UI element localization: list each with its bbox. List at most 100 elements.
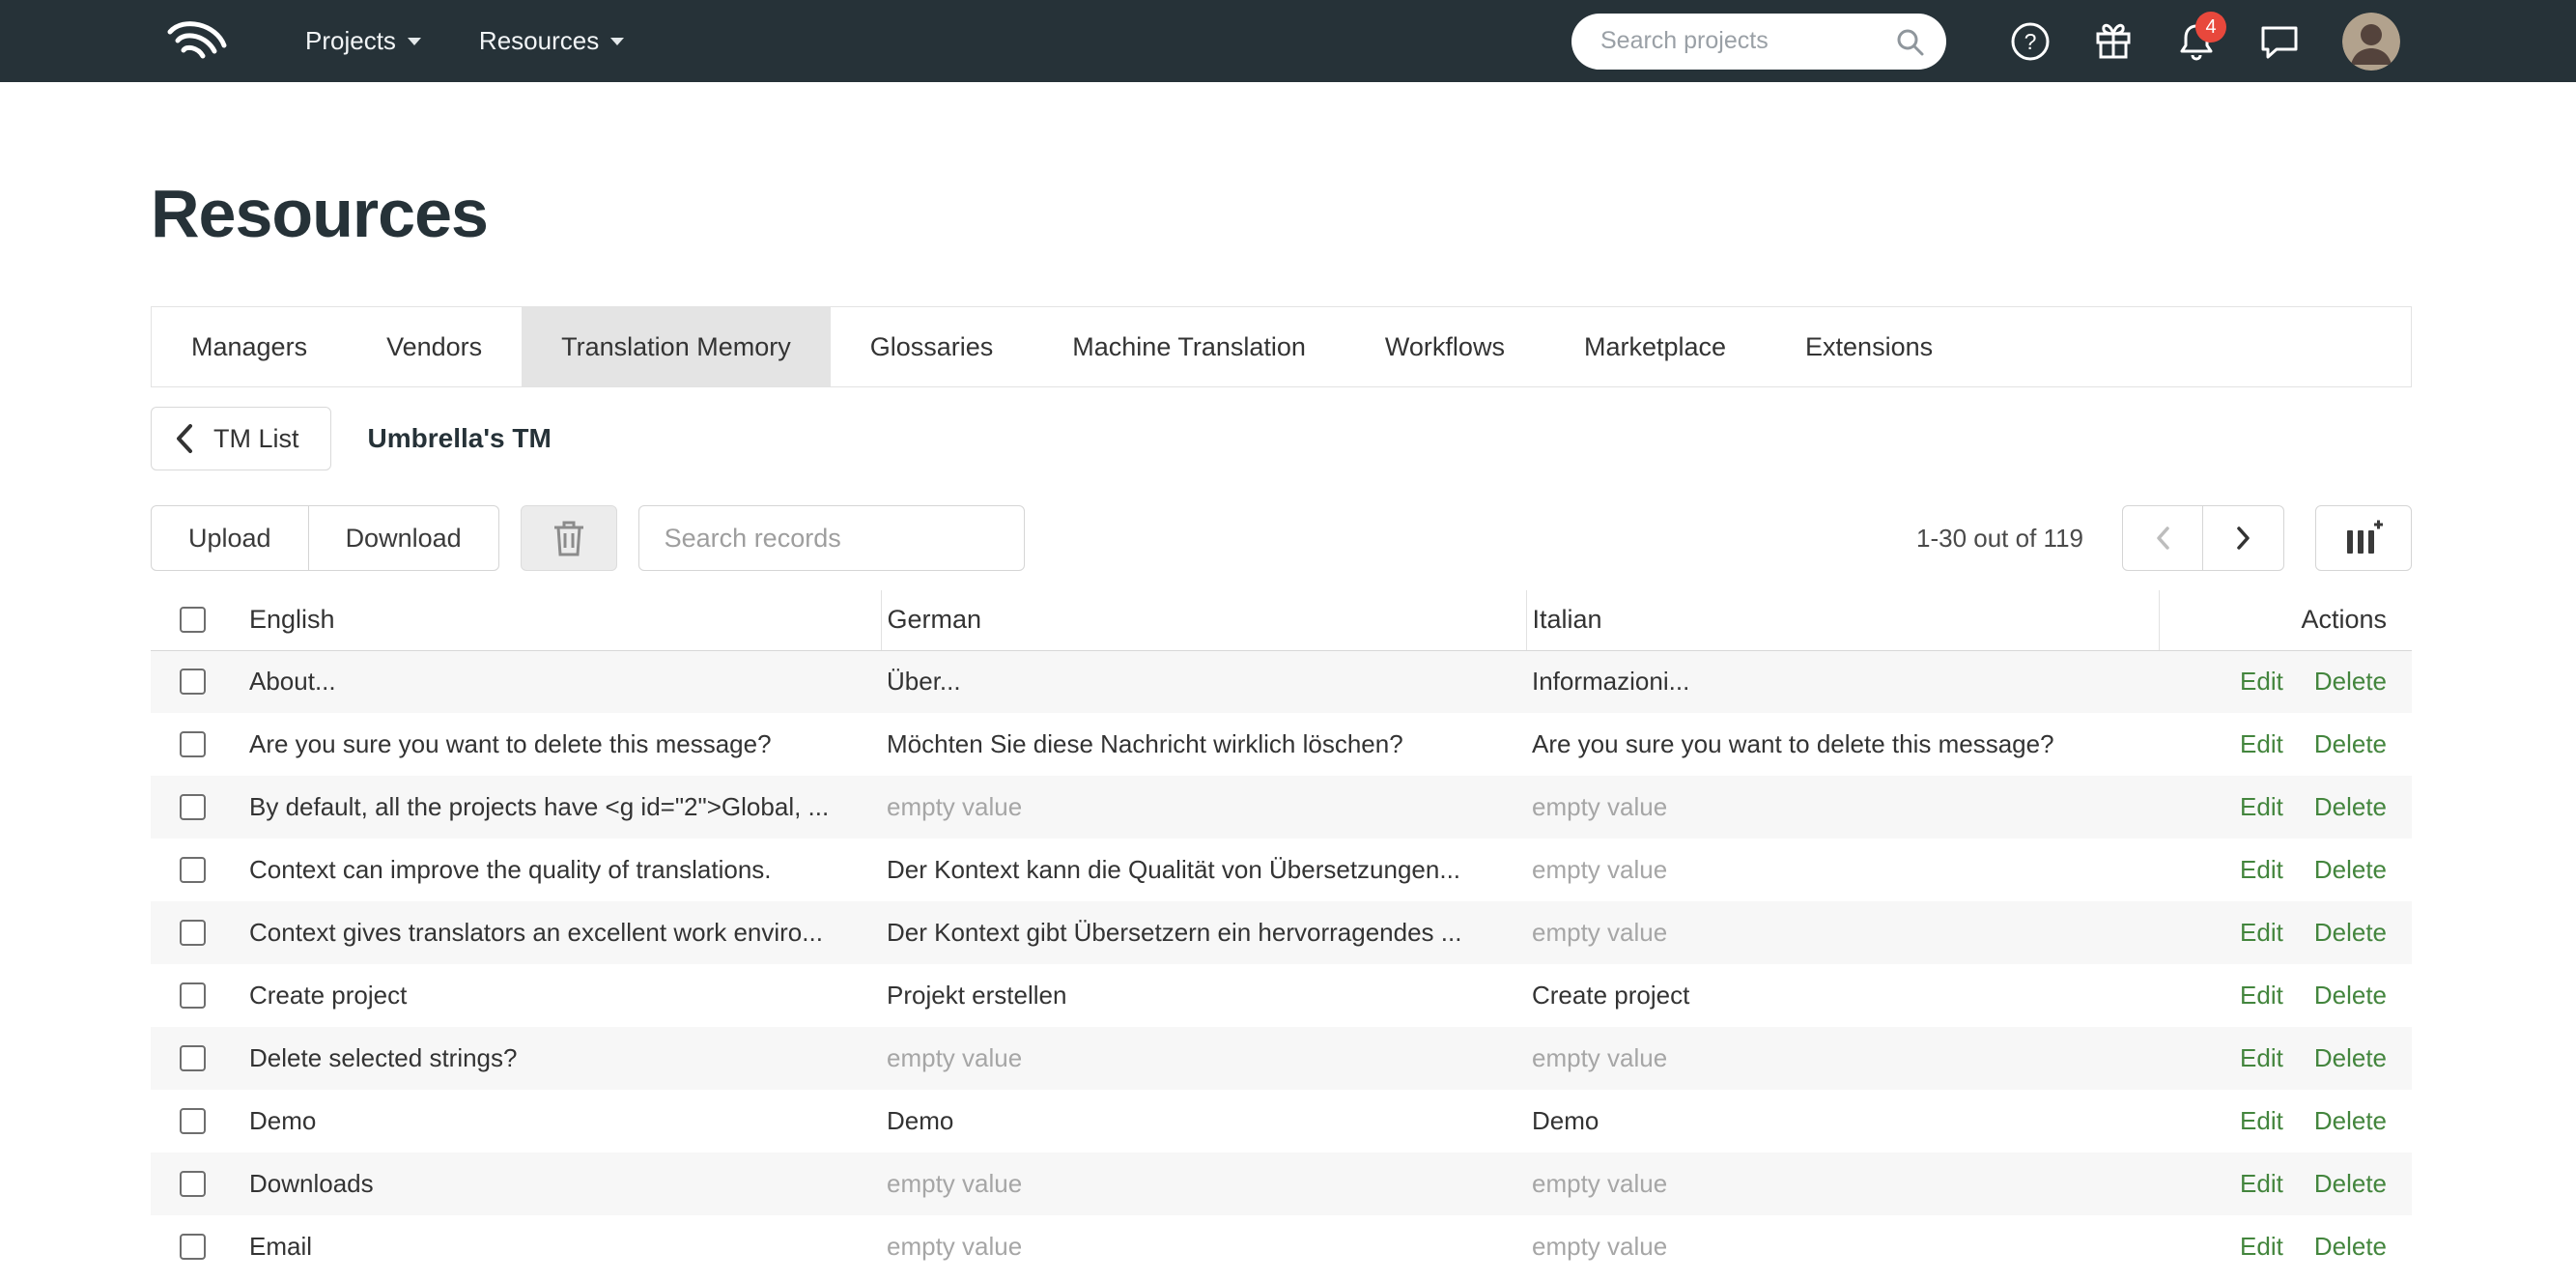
upload-button[interactable]: Upload [151, 505, 309, 571]
cell-english: Create project [243, 964, 881, 1027]
nav-resources-label: Resources [479, 26, 599, 56]
chevron-right-icon [2236, 526, 2251, 551]
table-row: By default, all the projects have <g id=… [151, 776, 2412, 839]
cell-english: About... [243, 650, 881, 713]
search-projects-input[interactable] [1571, 14, 1946, 70]
row-checkbox-cell [151, 964, 243, 1027]
app-logo[interactable] [155, 14, 232, 69]
row-checkbox[interactable] [180, 1171, 206, 1197]
tabs: ManagersVendorsTranslation MemoryGlossar… [151, 306, 2412, 387]
edit-link[interactable]: Edit [2240, 792, 2283, 822]
row-checkbox[interactable] [180, 669, 206, 695]
upload-download-group: Upload Download [151, 505, 499, 571]
tab[interactable]: Glossaries [831, 307, 1033, 386]
cell-actions: Edit Delete [2159, 839, 2412, 901]
search-records-input[interactable] [638, 505, 1025, 571]
page-title: Resources [151, 175, 2412, 252]
delete-link[interactable]: Delete [2314, 1106, 2387, 1136]
gift-button[interactable] [2072, 0, 2155, 82]
projects-search [1571, 14, 1946, 70]
edit-link[interactable]: Edit [2240, 729, 2283, 759]
row-checkbox-cell [151, 1090, 243, 1153]
cell-english: Demo [243, 1090, 881, 1153]
tm-records-table: English German Italian Actions About... … [151, 590, 2412, 1278]
download-button[interactable]: Download [309, 505, 499, 571]
cell-actions: Edit Delete [2159, 1090, 2412, 1153]
table-row: Are you sure you want to delete this mes… [151, 713, 2412, 776]
back-to-tm-list-button[interactable]: TM List [151, 407, 331, 470]
cell-english: Delete selected strings? [243, 1027, 881, 1090]
edit-link[interactable]: Edit [2240, 1232, 2283, 1262]
edit-link[interactable]: Edit [2240, 1106, 2283, 1136]
cell-german: Der Kontext kann die Qualität von Überse… [881, 839, 1526, 901]
nav-projects[interactable]: Projects [276, 0, 450, 82]
row-checkbox[interactable] [180, 1108, 206, 1134]
cell-german: Demo [881, 1090, 1526, 1153]
row-checkbox-cell [151, 650, 243, 713]
delete-link[interactable]: Delete [2314, 981, 2387, 1011]
row-checkbox-cell [151, 839, 243, 901]
tab[interactable]: Workflows [1345, 307, 1544, 386]
gift-icon [2091, 19, 2136, 64]
search-icon[interactable] [1894, 26, 1927, 64]
row-checkbox[interactable] [180, 857, 206, 883]
avatar[interactable] [2342, 13, 2400, 71]
cell-english: Context can improve the quality of trans… [243, 839, 881, 901]
main-nav: Projects Resources [276, 0, 653, 82]
back-button-label: TM List [213, 424, 299, 454]
delete-link[interactable]: Delete [2314, 855, 2387, 885]
tab[interactable]: Managers [152, 307, 347, 386]
next-page-button[interactable] [2203, 505, 2284, 571]
row-checkbox[interactable] [180, 1234, 206, 1260]
tab[interactable]: Machine Translation [1033, 307, 1345, 386]
edit-link[interactable]: Edit [2240, 855, 2283, 885]
delete-link[interactable]: Delete [2314, 918, 2387, 948]
nav-resources[interactable]: Resources [450, 0, 653, 82]
edit-link[interactable]: Edit [2240, 1043, 2283, 1073]
chevron-down-icon [408, 38, 421, 45]
cell-german: Der Kontext gibt Übersetzern ein hervorr… [881, 901, 1526, 964]
delete-link[interactable]: Delete [2314, 667, 2387, 697]
prev-page-button[interactable] [2122, 505, 2203, 571]
header-checkbox-cell [151, 590, 243, 650]
messages-button[interactable] [2238, 0, 2321, 82]
row-checkbox-cell [151, 1027, 243, 1090]
column-header-italian: Italian [1526, 590, 2159, 650]
chat-icon [2256, 19, 2303, 64]
row-checkbox-cell [151, 1153, 243, 1215]
delete-link[interactable]: Delete [2314, 729, 2387, 759]
delete-link[interactable]: Delete [2314, 1232, 2387, 1262]
edit-link[interactable]: Edit [2240, 1169, 2283, 1199]
columns-icon [2342, 519, 2385, 557]
cell-german: empty value [881, 1153, 1526, 1215]
delete-link[interactable]: Delete [2314, 1169, 2387, 1199]
delete-link[interactable]: Delete [2314, 1043, 2387, 1073]
row-checkbox-cell [151, 1215, 243, 1278]
edit-link[interactable]: Edit [2240, 667, 2283, 697]
row-checkbox-cell [151, 776, 243, 839]
manage-columns-button[interactable] [2315, 505, 2412, 571]
tab[interactable]: Translation Memory [522, 307, 831, 386]
nav-projects-label: Projects [305, 26, 396, 56]
edit-link[interactable]: Edit [2240, 981, 2283, 1011]
select-all-checkbox[interactable] [180, 607, 206, 633]
chevron-left-icon [175, 423, 194, 454]
delete-link[interactable]: Delete [2314, 792, 2387, 822]
row-checkbox[interactable] [180, 731, 206, 757]
edit-link[interactable]: Edit [2240, 918, 2283, 948]
tab[interactable]: Vendors [347, 307, 522, 386]
help-button[interactable]: ? [1989, 0, 2072, 82]
table-row: Downloads empty value empty value Edit D… [151, 1153, 2412, 1215]
row-checkbox[interactable] [180, 920, 206, 946]
tab[interactable]: Extensions [1766, 307, 1972, 386]
notification-badge: 4 [2195, 12, 2226, 43]
tab[interactable]: Marketplace [1544, 307, 1766, 386]
row-checkbox[interactable] [180, 1045, 206, 1071]
delete-records-button[interactable] [521, 505, 617, 571]
row-checkbox[interactable] [180, 982, 206, 1009]
row-checkbox[interactable] [180, 794, 206, 820]
column-header-german: German [881, 590, 1526, 650]
notifications-button[interactable]: 4 [2155, 0, 2238, 82]
cell-italian: empty value [1526, 839, 2159, 901]
topbar: Projects Resources ? [0, 0, 2576, 82]
